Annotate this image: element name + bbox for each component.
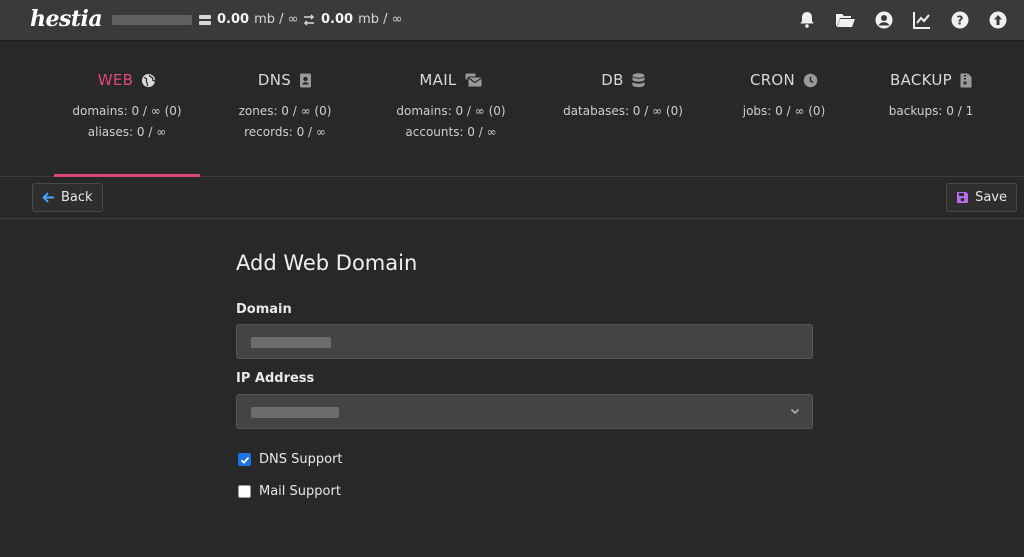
chart-line-icon[interactable] xyxy=(912,10,932,30)
back-button-label: Back xyxy=(61,190,93,205)
tab-db-databases: databases: 0 / ∞ (0) xyxy=(563,104,683,118)
page-title: Add Web Domain xyxy=(236,251,418,275)
tab-mail[interactable]: MAIL domains: 0 / ∞ (0) accounts: 0 / ∞ xyxy=(376,41,526,177)
tab-web-title: WEB xyxy=(97,71,134,89)
mail-bulk-icon xyxy=(465,73,483,87)
ip-value-redacted xyxy=(251,407,339,418)
disk-usage-value: 0.00 xyxy=(217,12,250,27)
ip-address-label: IP Address xyxy=(236,371,315,386)
tab-mail-title: MAIL xyxy=(419,71,457,89)
top-bar: hestia 0.00 mb / ∞ 0.00 mb / ∞ ? xyxy=(0,0,1024,41)
user-circle-icon[interactable] xyxy=(874,10,894,30)
address-book-icon xyxy=(300,73,312,87)
back-button[interactable]: Back xyxy=(32,183,103,212)
check-icon xyxy=(240,456,249,464)
tab-cron-title: CRON xyxy=(749,71,796,89)
save-icon xyxy=(957,192,969,203)
bell-icon[interactable] xyxy=(797,10,817,30)
globe-icon xyxy=(142,73,156,87)
tab-db-title: DB xyxy=(601,71,624,89)
tab-dns-title: DNS xyxy=(257,71,292,89)
tab-web[interactable]: WEB domains: 0 / ∞ (0) aliases: 0 / ∞ xyxy=(54,41,200,177)
mail-support-checkbox[interactable]: Mail Support xyxy=(238,484,341,499)
file-archive-icon xyxy=(960,73,972,87)
hard-drive-icon xyxy=(199,14,211,25)
tab-mail-domains: domains: 0 / ∞ (0) xyxy=(396,104,506,118)
svg-text:?: ? xyxy=(957,14,964,28)
checkbox-unchecked[interactable] xyxy=(238,485,251,498)
disk-usage: 0.00 mb / ∞ xyxy=(198,12,298,27)
tab-dns-records: records: 0 / ∞ xyxy=(244,125,326,139)
ip-address-select[interactable] xyxy=(236,394,813,429)
tab-backup-backups: backups: 0 / 1 xyxy=(888,104,974,118)
tab-backup-title: BACKUP xyxy=(889,71,953,89)
tab-cron-jobs: jobs: 0 / ∞ (0) xyxy=(742,104,826,118)
mail-support-label: Mail Support xyxy=(259,484,341,499)
bandwidth-usage-unit: mb / ∞ xyxy=(358,12,403,27)
username-redacted xyxy=(112,15,192,25)
toolbar: Back Save xyxy=(0,177,1024,219)
tab-dns-zones: zones: 0 / ∞ (0) xyxy=(238,104,332,118)
chevron-down-icon xyxy=(791,409,799,414)
main-tabs: WEB domains: 0 / ∞ (0) aliases: 0 / ∞ DN… xyxy=(0,41,1024,177)
database-icon xyxy=(632,72,645,87)
arrow-left-icon xyxy=(42,192,54,203)
bandwidth-usage-value: 0.00 xyxy=(321,12,354,27)
folder-open-icon[interactable] xyxy=(834,10,856,30)
save-button[interactable]: Save xyxy=(946,183,1017,212)
hestia-logo[interactable]: hestia xyxy=(30,6,103,32)
dns-support-checkbox[interactable]: DNS Support xyxy=(238,452,343,467)
help-icon[interactable]: ? xyxy=(950,10,970,30)
tab-db[interactable]: DB databases: 0 / ∞ (0) xyxy=(550,41,696,177)
save-button-label: Save xyxy=(975,190,1007,205)
tab-backup[interactable]: BACKUP backups: 0 / 1 xyxy=(858,41,1004,177)
tab-mail-accounts: accounts: 0 / ∞ xyxy=(405,125,497,139)
tab-web-domains: domains: 0 / ∞ (0) xyxy=(72,104,182,118)
checkbox-checked[interactable] xyxy=(238,453,251,466)
domain-label: Domain xyxy=(236,302,292,317)
domain-input[interactable] xyxy=(236,324,813,359)
tab-web-aliases: aliases: 0 / ∞ xyxy=(87,125,167,139)
clock-icon xyxy=(803,73,818,87)
tab-cron[interactable]: CRON jobs: 0 / ∞ (0) xyxy=(711,41,857,177)
disk-usage-unit: mb / ∞ xyxy=(254,12,299,27)
upload-icon[interactable] xyxy=(988,10,1008,30)
bandwidth-usage: 0.00 mb / ∞ xyxy=(302,12,402,27)
domain-value-redacted xyxy=(251,337,331,348)
dns-support-label: DNS Support xyxy=(259,452,343,467)
tab-dns[interactable]: DNS zones: 0 / ∞ (0) records: 0 / ∞ xyxy=(212,41,358,177)
exchange-icon xyxy=(303,13,315,26)
